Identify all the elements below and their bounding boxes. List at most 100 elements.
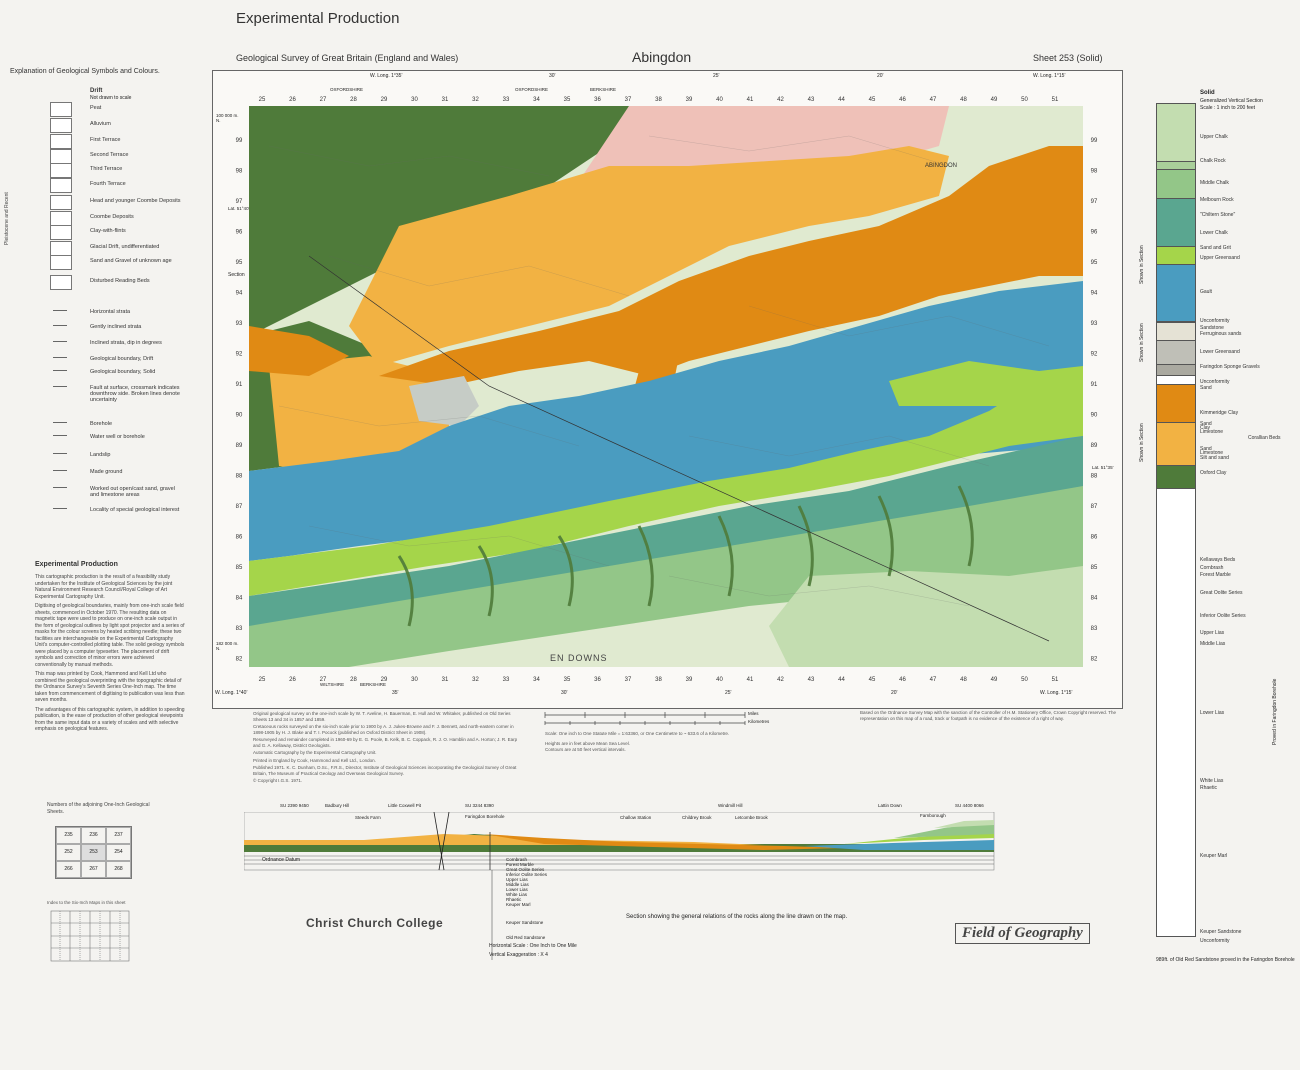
grid-easting-label: 42	[777, 677, 784, 683]
credit-paragraph: Printed in England by Cook, Hammond and …	[253, 757, 376, 763]
lat-label: Lat. 51°40'	[228, 206, 250, 211]
adjoining-sheet-cell-current: 253	[81, 844, 106, 861]
column-label: Lower Lias	[1200, 710, 1225, 716]
column-label: "Chiltern Stone"	[1200, 212, 1236, 218]
legend-swatch	[50, 149, 72, 164]
grid-easting-label: 33	[503, 677, 510, 683]
column-band-lower-greensand	[1156, 340, 1196, 366]
column-label: Upper Chalk	[1200, 134, 1228, 140]
grid-northing-label: 97	[1091, 199, 1098, 205]
column-subtitle: Generalized Vertical Section	[1200, 98, 1263, 104]
scale-miles-label: Miles	[748, 711, 759, 716]
legend-swatch	[50, 211, 72, 226]
grid-easting-label: 50	[1021, 97, 1028, 103]
legend-symbol-mark	[53, 357, 67, 358]
grid-easting-label: 43	[808, 97, 815, 103]
grid-northing-label: 92	[236, 352, 243, 358]
legend-symbol-label: Geological boundary, Drift	[90, 356, 154, 362]
geological-map	[249, 106, 1083, 667]
grid-northing-label: 87	[236, 504, 243, 510]
grid-northing-label: 98	[1091, 169, 1098, 175]
column-band-oxford-clay	[1156, 465, 1196, 489]
grid-northing-label: 88	[1091, 474, 1098, 480]
column-side-label: Shown in Section	[1139, 323, 1145, 362]
legend-symbol-mark	[53, 325, 67, 326]
grid-northing-label: 95	[1091, 260, 1098, 266]
credit-paragraph: Original geological survey on the one-in…	[253, 711, 511, 722]
column-label: Middle Lias	[1200, 641, 1226, 647]
grid-easting-label: 51	[1052, 97, 1059, 103]
legend-swatch	[50, 195, 72, 210]
bottom-long-label: 25'	[725, 690, 732, 696]
christ-church-college: Christ Church College	[306, 916, 444, 930]
column-label: Faringdon Sponge Gravels	[1200, 364, 1260, 370]
column-band-kimmeridge	[1156, 384, 1196, 424]
grid-easting-label: 49	[991, 677, 998, 683]
grid-easting-label: 29	[381, 97, 388, 103]
sheet-name: Abingdon	[632, 49, 692, 65]
legend-item-label: Peat	[90, 105, 102, 111]
grid-easting-label: 42	[777, 97, 784, 103]
grid-easting-label: 37	[625, 97, 632, 103]
legend-symbol-mark	[53, 487, 67, 488]
bottom-long-label: 35'	[392, 690, 399, 696]
column-label: Silt and sand	[1200, 455, 1229, 461]
grid-northing-label: 83	[236, 626, 243, 632]
column-label: Middle Chalk	[1200, 180, 1229, 186]
credit-paragraph: Automatic Cartography by the Experimenta…	[253, 750, 377, 755]
experimental-note-body: This cartographic production is the resu…	[35, 574, 185, 733]
section-grid-ref: SU 3244 8390	[465, 803, 494, 808]
legend-item-label: Alluvium	[90, 121, 111, 127]
credit-paragraph: Published 1971. K. C. Dunham, D.Sc., F.R…	[253, 765, 517, 776]
legend-swatch	[50, 163, 72, 178]
legend-symbol-label: Locality of special geological interest	[90, 507, 180, 513]
column-band-gault	[1156, 264, 1196, 322]
sheet-number: Sheet 253 (Solid)	[1033, 53, 1103, 63]
section-caption: Section showing the general relations of…	[626, 914, 848, 920]
grid-easting-label: 35	[564, 677, 571, 683]
legend-symbol-label: Landslip	[90, 452, 111, 458]
grid-easting-label: 37	[625, 677, 632, 683]
ordnance-datum: Ordnance Datum	[262, 857, 301, 863]
column-scale: Scale : 1 inch to 200 feet	[1200, 105, 1256, 111]
column-label: Chalk Rock	[1200, 158, 1226, 164]
adjoining-sheets-title: Numbers of the adjoining One-Inch Geolog…	[47, 802, 150, 815]
section-grid-ref: SU 2390 9450	[280, 803, 309, 808]
grid-easting-label: 26	[289, 97, 296, 103]
grid-northing-label: 96	[1091, 230, 1098, 236]
grid-easting-label: 32	[472, 677, 479, 683]
column-label: Kimmeridge Clay	[1200, 410, 1239, 416]
county-label: WILTSHIRE	[320, 682, 345, 687]
legend-item-label: First Terrace	[90, 137, 121, 143]
borehole-layer-label: Keuper Marl	[506, 902, 531, 907]
legend-item-label: Sand and Gravel of unknown age	[90, 258, 172, 264]
column-band-upper-chalk	[1156, 103, 1196, 163]
grid-northing-label: 91	[1091, 382, 1098, 388]
legend-swatch	[50, 241, 72, 256]
adjoining-sheet-cell: 254	[106, 844, 131, 861]
column-label: Cornbrash	[1200, 565, 1224, 571]
grid-easting-label: 35	[564, 97, 571, 103]
legend-symbol-label: Worked out open/cast sand, gravel and li…	[90, 486, 175, 498]
cross-section	[244, 812, 995, 871]
column-label: Oxford Clay	[1200, 470, 1227, 476]
section-vertical-exag: Vertical Exaggeration : X 4	[489, 952, 548, 958]
grid-easting-label: 48	[960, 677, 967, 683]
section-place-label: Little Coxwell Pit	[388, 803, 422, 808]
legend-symbol-label: Inclined strata, dip in degrees	[90, 340, 162, 346]
top-long-label: W. Long. 1°15'	[1033, 73, 1066, 79]
bottom-long-label: W. Long. 1°15'	[1040, 690, 1073, 696]
column-band-sponge-gravels	[1156, 364, 1196, 376]
grid-easting-label: 30	[411, 677, 418, 683]
grid-northing-label: 88	[236, 474, 243, 480]
column-side-label: Shown in Section	[1139, 423, 1145, 462]
column-label: Great Oolite Series	[1200, 590, 1243, 596]
heights-text: Heights are in feet above Mean Sea Level…	[545, 741, 631, 746]
grid-easting-label: 41	[747, 97, 754, 103]
upper-chalk-band	[769, 566, 1083, 667]
column-band-middle-chalk	[1156, 169, 1196, 200]
drift-heading: Drift	[90, 88, 103, 94]
adjoining-sheet-cell: 266	[56, 861, 81, 878]
os-note: Based on the Ordnance Survey Map with th…	[860, 710, 1116, 721]
county-label: BERKSHIRE	[360, 682, 387, 687]
